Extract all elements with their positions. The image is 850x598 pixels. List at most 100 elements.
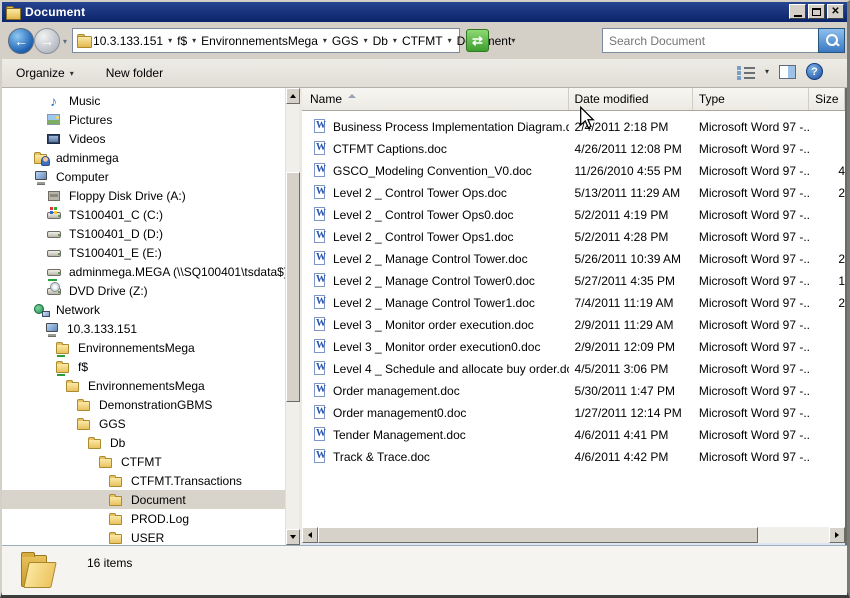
word-document-icon: [312, 383, 329, 399]
back-button[interactable]: ←: [8, 28, 34, 54]
sidebar-tree-item[interactable]: adminmega: [2, 148, 285, 167]
file-row[interactable]: Level 2 _ Control Tower Ops.doc 5/13/201…: [302, 182, 845, 204]
breadcrumb-segment-label[interactable]: f$: [177, 34, 187, 48]
horizontal-scroll-thumb[interactable]: [318, 527, 758, 543]
breadcrumb-segment-label[interactable]: GGS: [332, 34, 359, 48]
sidebar-tree-item[interactable]: Videos: [2, 129, 285, 148]
breadcrumb-segment-label[interactable]: EnvironnementsMega: [201, 34, 318, 48]
sidebar-tree-item[interactable]: adminmega.MEGA (\\SQ100401\tsdata$) (H:): [2, 262, 285, 281]
chevron-down-icon[interactable]: ▾: [187, 36, 201, 45]
file-row[interactable]: Tender Management.doc 4/6/2011 4:41 PM M…: [302, 424, 845, 446]
sidebar-tree-item[interactable]: EnvironnementsMega: [2, 338, 285, 357]
column-header-date-modified[interactable]: Date modified: [569, 88, 693, 110]
new-folder-button[interactable]: New folder: [98, 62, 171, 84]
tree-item-label: TS100401_E (E:): [69, 246, 162, 260]
file-date-modified: 5/13/2011 11:29 AM: [569, 186, 693, 200]
file-row[interactable]: Level 2 _ Manage Control Tower1.doc 7/4/…: [302, 292, 845, 314]
chevron-down-icon[interactable]: ▾: [443, 36, 457, 45]
file-row[interactable]: Level 2 _ Control Tower Ops0.doc 5/2/201…: [302, 204, 845, 226]
file-row[interactable]: Order management0.doc 1/27/2011 12:14 PM…: [302, 402, 845, 424]
breadcrumb-segment-label[interactable]: CTFMT: [402, 34, 443, 48]
sidebar-tree-item[interactable]: DemonstrationGBMS: [2, 395, 285, 414]
organize-button[interactable]: Organize ▾: [8, 62, 82, 84]
file-row[interactable]: Level 3 _ Monitor order execution.doc 2/…: [302, 314, 845, 336]
chevron-down-icon[interactable]: ▾: [388, 36, 402, 45]
file-row[interactable]: Level 2 _ Manage Control Tower.doc 5/26/…: [302, 248, 845, 270]
search-box: [602, 28, 845, 53]
status-bar: 16 items: [2, 545, 847, 595]
file-date-modified: 5/2/2011 4:28 PM: [569, 230, 693, 244]
scroll-up-button[interactable]: [286, 88, 300, 104]
sidebar-tree-item[interactable]: TS100401_E (E:): [2, 243, 285, 262]
file-row[interactable]: Order management.doc 5/30/2011 1:47 PM M…: [302, 380, 845, 402]
chevron-down-icon[interactable]: ▾: [318, 36, 332, 45]
breadcrumb-segment[interactable]: ▾ EnvironnementsMega: [187, 34, 318, 48]
vertical-scroll-thumb[interactable]: [286, 172, 300, 402]
sidebar-tree-item[interactable]: Music: [2, 91, 285, 110]
preview-pane-icon[interactable]: [779, 65, 796, 79]
breadcrumb-segment-label[interactable]: Db: [373, 34, 388, 48]
sidebar-tree-item[interactable]: Document: [2, 490, 285, 509]
forward-button[interactable]: →: [34, 28, 60, 54]
sidebar-tree-item[interactable]: CTFMT.Transactions: [2, 471, 285, 490]
file-name: Level 2 _ Manage Control Tower0.doc: [333, 274, 535, 288]
file-type: Microsoft Word 97 -...: [693, 252, 809, 266]
sidebar-tree-item[interactable]: TS100401_C (C:): [2, 205, 285, 224]
column-header-size[interactable]: Size: [809, 88, 845, 110]
breadcrumb-segment[interactable]: ▾ GGS: [318, 34, 359, 48]
sidebar-tree-item[interactable]: USER: [2, 528, 285, 545]
chevron-down-icon[interactable]: ▾: [359, 36, 373, 45]
column-header-name[interactable]: Name: [302, 88, 569, 110]
sidebar-vertical-scrollbar[interactable]: [285, 88, 299, 545]
sidebar-tree-item[interactable]: PROD.Log: [2, 509, 285, 528]
file-row[interactable]: Level 2 _ Control Tower Ops1.doc 5/2/201…: [302, 226, 845, 248]
views-chevron-icon[interactable]: ▾: [765, 67, 769, 76]
file-row[interactable]: Level 4 _ Schedule and allocate buy orde…: [302, 358, 845, 380]
breadcrumb-segment[interactable]: ▾ f$: [163, 34, 187, 48]
sidebar-tree-item[interactable]: GGS: [2, 414, 285, 433]
search-input[interactable]: [602, 28, 818, 53]
navigation-pane: Music Pictures Videos adminmega: [2, 88, 285, 545]
breadcrumb-segment[interactable]: ▾ CTFMT: [388, 34, 443, 48]
breadcrumb[interactable]: ▾ 10.3.133.151 ▾ f$ ▾ EnvironnementsMega: [72, 28, 460, 53]
file-row[interactable]: Business Process Implementation Diagram.…: [302, 116, 845, 138]
sidebar-tree-item[interactable]: Db: [2, 433, 285, 452]
maximize-button[interactable]: [808, 4, 825, 19]
scroll-right-button[interactable]: [829, 527, 845, 543]
file-row[interactable]: GSCO_Modeling Convention_V0.doc 11/26/20…: [302, 160, 845, 182]
address-history-chevron-icon[interactable]: ▾: [511, 36, 519, 45]
breadcrumb-segment[interactable]: ▾ Db: [359, 34, 388, 48]
sidebar-tree-item[interactable]: f$: [2, 357, 285, 376]
sidebar-tree-item[interactable]: 10.3.133.151: [2, 319, 285, 338]
scroll-down-button[interactable]: [286, 529, 300, 545]
sidebar-tree-item[interactable]: Floppy Disk Drive (A:): [2, 186, 285, 205]
organize-label: Organize: [16, 66, 65, 80]
breadcrumb-segment-label[interactable]: 10.3.133.151: [93, 34, 163, 48]
file-row[interactable]: CTFMT Captions.doc 4/26/2011 12:08 PM Mi…: [302, 138, 845, 160]
recent-pages-chevron-icon[interactable]: ▾: [63, 37, 67, 46]
sidebar-tree-item[interactable]: EnvironnementsMega: [2, 376, 285, 395]
column-header-type[interactable]: Type: [693, 88, 809, 110]
help-icon[interactable]: ?: [806, 63, 823, 80]
titlebar[interactable]: Document ✕: [2, 2, 847, 22]
search-icon[interactable]: [818, 28, 845, 53]
file-row[interactable]: Level 3 _ Monitor order execution0.doc 2…: [302, 336, 845, 358]
views-icon[interactable]: [737, 65, 755, 79]
scroll-left-button[interactable]: [302, 527, 318, 543]
sidebar-tree-item[interactable]: TS100401_D (D:): [2, 224, 285, 243]
tree-item-icon: [108, 511, 125, 527]
sidebar-tree-item[interactable]: Computer: [2, 167, 285, 186]
minimize-button[interactable]: [789, 4, 806, 19]
horizontal-scrollbar[interactable]: [302, 527, 845, 543]
sidebar-tree-item[interactable]: Network: [2, 300, 285, 319]
close-button[interactable]: ✕: [827, 4, 844, 19]
triangle-up-icon: [290, 94, 296, 98]
sidebar-tree-item[interactable]: DVD Drive (Z:): [2, 281, 285, 300]
file-row[interactable]: Level 2 _ Manage Control Tower0.doc 5/27…: [302, 270, 845, 292]
sidebar-tree-item[interactable]: Pictures: [2, 110, 285, 129]
file-row[interactable]: Track & Trace.doc 4/6/2011 4:42 PM Micro…: [302, 446, 845, 468]
refresh-button[interactable]: ⇄: [466, 29, 489, 52]
file-size: 1: [809, 274, 845, 288]
chevron-down-icon[interactable]: ▾: [163, 36, 177, 45]
sidebar-tree-item[interactable]: CTFMT: [2, 452, 285, 471]
